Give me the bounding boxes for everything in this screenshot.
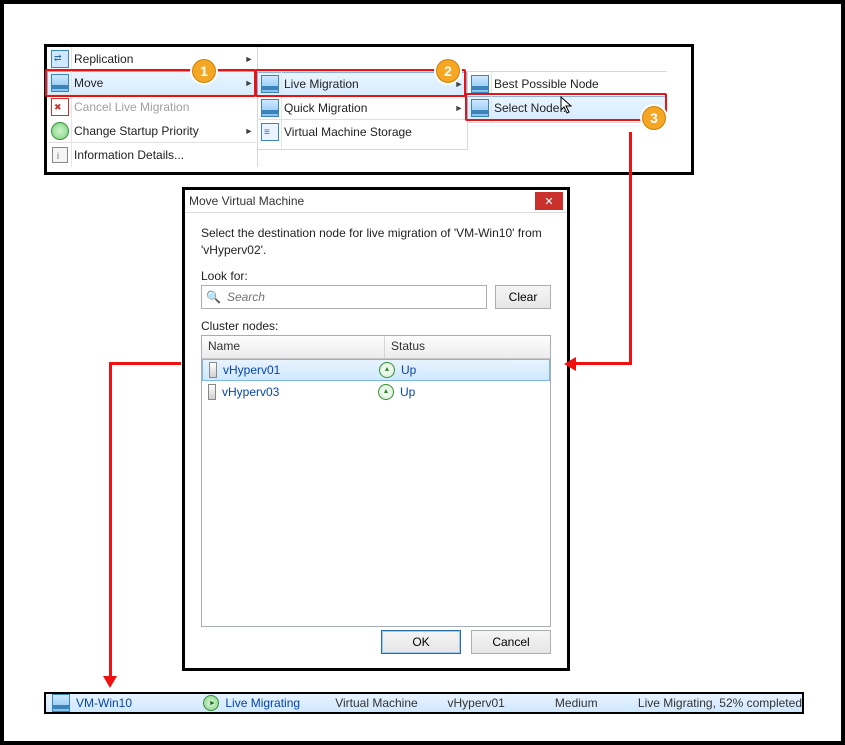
cancel-button[interactable]: Cancel xyxy=(471,630,551,654)
grid-header: Name Status xyxy=(202,336,550,359)
vm-icon xyxy=(52,694,70,712)
vm-icon xyxy=(258,96,282,120)
node-row[interactable]: vHyperv01 Up xyxy=(202,359,550,381)
status-role: Virtual Machine xyxy=(335,696,418,710)
annotated-screenshot: Replication ► Move ► Cancel Live Migrati… xyxy=(0,0,845,745)
search-input-wrapper[interactable]: 🔍 xyxy=(201,285,487,309)
clear-button[interactable]: Clear xyxy=(495,285,551,309)
replication-icon xyxy=(48,47,72,71)
vm-icon xyxy=(48,71,72,95)
info-icon xyxy=(48,143,72,167)
ok-button[interactable]: OK xyxy=(381,630,461,654)
startup-priority-icon xyxy=(48,119,72,143)
status-info: Live Migrating, 52% completed xyxy=(638,696,802,710)
menu-item-best-possible-node[interactable]: Best Possible Node xyxy=(467,72,667,96)
close-button[interactable]: ✕ xyxy=(535,192,563,210)
status-up-icon xyxy=(379,362,395,378)
dialog-title: Move Virtual Machine xyxy=(189,194,535,208)
vm-icon xyxy=(468,72,492,96)
status-owner: vHyperv01 xyxy=(447,696,504,710)
status-name: VM-Win10 xyxy=(76,696,132,710)
menu-label: Information Details... xyxy=(72,148,256,162)
running-icon xyxy=(203,695,219,711)
cancel-icon xyxy=(48,95,72,119)
cluster-nodes-label: Cluster nodes: xyxy=(201,319,551,333)
storage-icon xyxy=(258,120,282,144)
menu-label: Move xyxy=(72,76,242,90)
vm-icon xyxy=(468,96,492,120)
node-status: Up xyxy=(400,385,415,399)
menu-item-quick-migration[interactable]: Quick Migration ► xyxy=(257,96,467,120)
menu-item-move[interactable]: Move ► xyxy=(47,71,257,95)
status-up-icon xyxy=(378,384,394,400)
menu-item-select-node[interactable]: Select Node... xyxy=(467,96,667,120)
dialog-message: Select the destination node for live mig… xyxy=(201,225,551,259)
search-icon: 🔍 xyxy=(206,290,221,304)
submenu-arrow-icon: ► xyxy=(242,78,256,88)
column-header-status[interactable]: Status xyxy=(385,336,550,358)
menu-label: Live Migration xyxy=(282,77,452,91)
menu-label: Change Startup Priority xyxy=(72,124,242,138)
menu-label: Best Possible Node xyxy=(492,77,666,91)
context-menu-level3: Best Possible Node Select Node... xyxy=(467,71,667,123)
submenu-arrow-icon: ► xyxy=(242,54,256,64)
annotation-arrowhead xyxy=(564,357,576,371)
column-header-name[interactable]: Name xyxy=(202,336,385,358)
menu-label: Cancel Live Migration xyxy=(72,100,256,114)
server-icon xyxy=(208,384,216,400)
submenu-arrow-icon: ► xyxy=(242,126,256,136)
dialog-buttons: OK Cancel xyxy=(381,630,551,654)
status-state: Live Migrating xyxy=(225,696,300,710)
search-input[interactable] xyxy=(225,289,482,305)
cluster-nodes-grid: Name Status vHyperv01 Up vHyperv03 Up xyxy=(201,335,551,627)
step-badge: 2 xyxy=(434,57,462,85)
annotation-arrow xyxy=(109,362,112,678)
context-menu-level2: Live Migration ► Quick Migration ► Virtu… xyxy=(257,71,468,150)
vm-status-row[interactable]: VM-Win10 Live Migrating Virtual Machine … xyxy=(44,692,804,714)
node-row[interactable]: vHyperv03 Up xyxy=(202,381,550,403)
menu-label: Virtual Machine Storage xyxy=(282,125,466,139)
dialog-titlebar: Move Virtual Machine ✕ xyxy=(185,190,567,213)
menu-item-information-details[interactable]: Information Details... xyxy=(47,143,257,167)
context-menu-level1: Replication ► Move ► Cancel Live Migrati… xyxy=(47,47,258,167)
context-menu-block: Replication ► Move ► Cancel Live Migrati… xyxy=(44,44,694,175)
node-name: vHyperv03 xyxy=(222,385,279,399)
annotation-arrowhead xyxy=(103,676,117,688)
node-name: vHyperv01 xyxy=(223,363,280,377)
annotation-arrow xyxy=(576,362,632,365)
menu-item-cancel-live-migration: Cancel Live Migration xyxy=(47,95,257,119)
submenu-arrow-icon: ► xyxy=(452,103,466,113)
annotation-arrow xyxy=(109,362,181,365)
menu-item-vm-storage[interactable]: Virtual Machine Storage xyxy=(257,120,467,144)
annotation-arrow xyxy=(629,132,632,364)
step-badge: 3 xyxy=(640,104,668,132)
menu-label: Quick Migration xyxy=(282,101,452,115)
move-vm-dialog: Move Virtual Machine ✕ Select the destin… xyxy=(182,187,570,671)
step-badge: 1 xyxy=(190,57,218,85)
server-icon xyxy=(209,362,217,378)
menu-item-change-startup-priority[interactable]: Change Startup Priority ► xyxy=(47,119,257,143)
lookfor-label: Look for: xyxy=(201,269,551,283)
vm-icon xyxy=(258,72,282,96)
node-status: Up xyxy=(401,363,416,377)
menu-item-replication[interactable]: Replication ► xyxy=(47,47,257,71)
status-priority: Medium xyxy=(555,696,598,710)
